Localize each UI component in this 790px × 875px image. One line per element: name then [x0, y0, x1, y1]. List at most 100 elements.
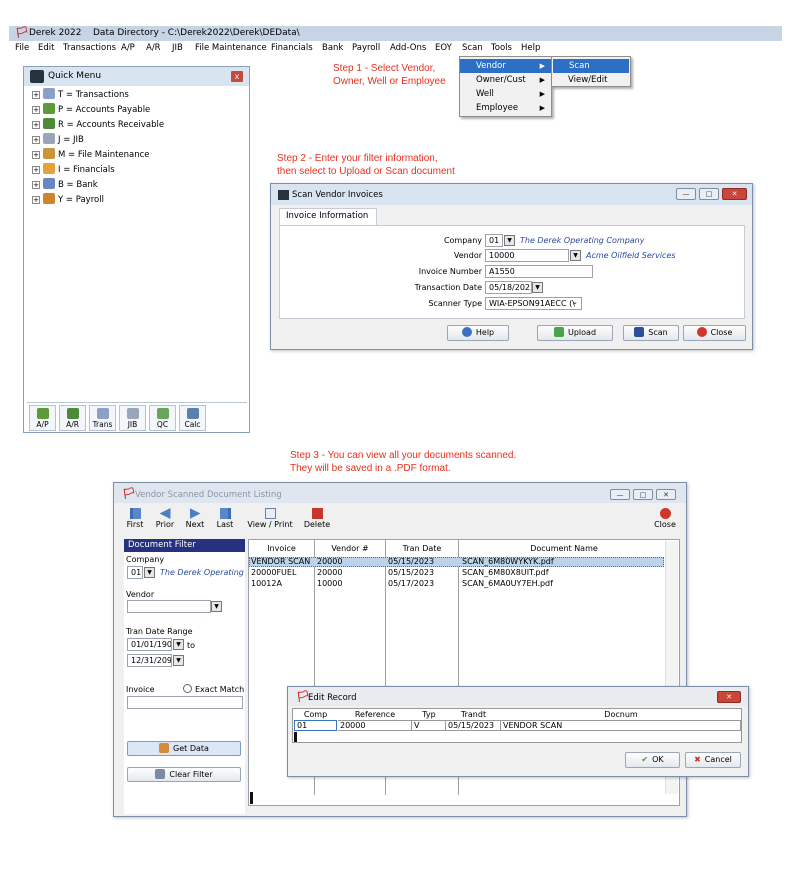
quick-menu-item-bank[interactable]: + B = Bank — [32, 178, 98, 193]
filter-company-dropdown-icon[interactable]: ▼ — [144, 567, 155, 578]
scan-button[interactable]: Scan — [623, 325, 679, 341]
quick-menu-item-transactions[interactable]: + T = Transactions — [32, 88, 129, 103]
menu-item-well[interactable]: Well ▶ — [460, 87, 551, 101]
menu-payroll[interactable]: Payroll — [352, 43, 380, 53]
menu-help[interactable]: Help — [521, 43, 540, 53]
close-button[interactable]: ✕ — [722, 188, 747, 200]
last-button[interactable]: Last — [212, 508, 238, 533]
cancel-button[interactable]: ✖ Cancel — [685, 752, 741, 768]
expand-icon[interactable]: + — [32, 166, 40, 174]
expand-icon[interactable]: + — [32, 136, 40, 144]
ar-icon — [66, 408, 79, 419]
company-field[interactable]: 01 — [485, 234, 503, 247]
quick-menu-item-jib[interactable]: + J = JIB — [32, 133, 84, 148]
col-document-name[interactable]: Document Name — [459, 544, 669, 553]
transaction-date-field[interactable]: 05/18/2023 — [485, 281, 532, 294]
date-to-dropdown-icon[interactable]: ▼ — [173, 655, 184, 666]
expand-icon[interactable]: + — [32, 106, 40, 114]
quick-menu-item-accounts-payable[interactable]: + P = Accounts Payable — [32, 103, 150, 118]
edit-comp-field[interactable]: 01 — [294, 720, 337, 731]
vendor-field[interactable]: 10000 — [485, 249, 569, 262]
toolbar-ap-button[interactable]: A/P — [29, 405, 56, 431]
menu-file-maintenance[interactable]: File Maintenance — [195, 43, 267, 53]
menu-eoy[interactable]: EOY — [435, 43, 452, 53]
menu-jib[interactable]: JIB — [172, 43, 183, 53]
menu-financials[interactable]: Financials — [271, 43, 313, 53]
tab-invoice-information[interactable]: Invoice Information — [279, 208, 377, 225]
minimize-button[interactable]: — — [676, 188, 696, 200]
close-listing-button[interactable]: Close — [652, 508, 678, 533]
quick-menu-item-file-maintenance[interactable]: + M = File Maintenance — [32, 148, 150, 163]
next-button[interactable]: Next — [182, 508, 208, 533]
submenu-item-scan[interactable]: Scan — [553, 59, 629, 73]
col-vendor-number[interactable]: Vendor # — [315, 544, 385, 553]
toolbar-jib-button[interactable]: JIB — [119, 405, 146, 431]
menu-transactions[interactable]: Transactions — [63, 43, 116, 53]
filter-vendor-dropdown-icon[interactable]: ▼ — [211, 601, 222, 612]
menu-bank[interactable]: Bank — [322, 43, 343, 53]
quick-menu-item-payroll[interactable]: + Y = Payroll — [32, 193, 104, 208]
close-button[interactable]: ✕ — [656, 489, 676, 500]
edit-docnum-field[interactable]: VENDOR SCAN — [501, 720, 741, 731]
toolbar-qc-button[interactable]: QC — [149, 405, 176, 431]
edit-trandt-field[interactable]: 05/15/2023 — [446, 720, 501, 731]
invoice-number-field[interactable]: A1550 — [485, 265, 593, 278]
minimize-button[interactable]: — — [610, 489, 630, 500]
menu-file[interactable]: File — [15, 43, 29, 53]
expand-icon[interactable]: + — [32, 181, 40, 189]
menu-edit[interactable]: Edit — [38, 43, 54, 53]
edit-typ-field[interactable]: V — [412, 720, 446, 731]
date-from-dropdown-icon[interactable]: ▼ — [173, 639, 184, 650]
company-dropdown-icon[interactable]: ▼ — [504, 235, 515, 246]
close-window-button[interactable]: Close — [683, 325, 746, 341]
vendor-dropdown-icon[interactable]: ▼ — [570, 250, 581, 261]
toolbar-calc-button[interactable]: Calc — [179, 405, 206, 431]
menu-item-employee[interactable]: Employee ▶ — [460, 101, 551, 115]
submenu-item-view-edit[interactable]: View/Edit — [552, 73, 630, 87]
clear-filter-button[interactable]: Clear Filter — [127, 767, 241, 782]
col-invoice[interactable]: Invoice — [249, 544, 314, 553]
maximize-button[interactable]: □ — [699, 188, 719, 200]
edit-reference-field[interactable]: 20000 — [338, 720, 412, 731]
filter-company-field[interactable]: 01 — [127, 566, 143, 579]
quick-menu-item-financials[interactable]: + I = Financials — [32, 163, 115, 178]
view-print-button[interactable]: View / Print — [246, 508, 294, 533]
scanner-type-select[interactable]: WIA-EPSON91AECC (\ — [485, 297, 582, 310]
get-data-button[interactable]: Get Data — [127, 741, 241, 756]
menu-ap[interactable]: A/P — [121, 43, 135, 53]
menu-ar[interactable]: A/R — [146, 43, 161, 53]
filter-invoice-field[interactable] — [127, 696, 243, 709]
prior-button[interactable]: Prior — [152, 508, 178, 533]
ok-button[interactable]: ✔ OK — [625, 752, 680, 768]
close-button[interactable]: ✕ — [717, 691, 741, 703]
date-dropdown-icon[interactable]: ▼ — [532, 282, 543, 293]
file-maintenance-icon — [43, 148, 55, 159]
upload-button[interactable]: Upload — [537, 325, 613, 341]
expand-icon[interactable]: + — [32, 91, 40, 99]
exact-match-label: Exact Match — [195, 685, 245, 694]
scanner-chevron-down-icon[interactable]: ⌄ — [572, 298, 578, 306]
toolbar-ar-button[interactable]: A/R — [59, 405, 86, 431]
first-button[interactable]: First — [122, 508, 148, 533]
toolbar-trans-button[interactable]: Trans — [89, 405, 116, 431]
expand-icon[interactable]: + — [32, 121, 40, 129]
transactions-icon — [43, 88, 55, 99]
menu-item-vendor[interactable]: Vendor ▶ — [460, 59, 551, 73]
filter-vendor-field[interactable] — [127, 600, 211, 613]
menu-item-owner-cust[interactable]: Owner/Cust ▶ — [460, 73, 551, 87]
delete-button[interactable]: Delete — [302, 508, 332, 533]
expand-icon[interactable]: + — [32, 151, 40, 159]
menu-add-ons[interactable]: Add-Ons — [390, 43, 426, 53]
exact-match-checkbox[interactable] — [183, 684, 192, 693]
maximize-button[interactable]: □ — [633, 489, 653, 500]
quick-menu-item-accounts-receivable[interactable]: + R = Accounts Receivable — [32, 118, 164, 133]
menu-scan[interactable]: Scan — [462, 43, 483, 53]
menu-tools[interactable]: Tools — [491, 43, 512, 53]
col-tran-date[interactable]: Tran Date — [386, 544, 458, 553]
derrick-icon — [30, 70, 44, 83]
help-button[interactable]: Help — [447, 325, 509, 341]
date-to-field[interactable]: 12/31/2099 — [127, 654, 172, 667]
expand-icon[interactable]: + — [32, 196, 40, 204]
date-from-field[interactable]: 01/01/1900 — [127, 638, 172, 651]
close-icon[interactable]: x — [231, 71, 243, 82]
